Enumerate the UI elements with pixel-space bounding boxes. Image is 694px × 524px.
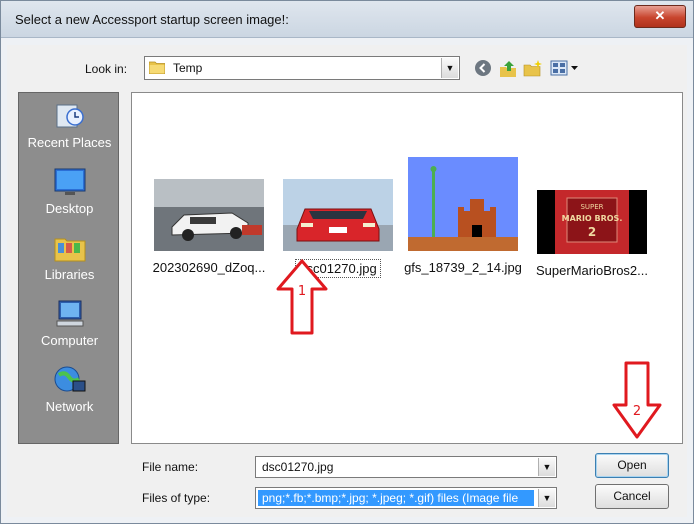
cancel-button[interactable]: Cancel xyxy=(595,484,669,509)
file-item[interactable]: SUPER MARIO BROS. 2 SuperMarioBros2... xyxy=(530,190,654,280)
folder-icon xyxy=(149,61,165,74)
dialog-body: Look in: Temp ▼ Recent Places Desktop Li… xyxy=(7,45,687,517)
files-of-type-label: Files of type: xyxy=(142,491,211,505)
look-in-value: Temp xyxy=(173,61,203,75)
file-item[interactable]: 202302690_dZoq... xyxy=(147,179,271,277)
file-name: SuperMarioBros2... xyxy=(536,263,648,278)
file-thumbnail xyxy=(154,179,264,251)
files-of-type-value: png;*.fb;*.bmp;*.jpg; *.jpeg; *.gif) fil… xyxy=(258,490,534,506)
open-button[interactable]: Open xyxy=(595,453,669,478)
file-name-label: File name: xyxy=(142,460,199,474)
network-icon xyxy=(54,366,85,392)
thumb-text-2: 2 xyxy=(588,225,596,239)
close-button[interactable]: ✕ xyxy=(634,5,686,28)
view-menu-icon[interactable] xyxy=(548,59,582,79)
up-folder-icon[interactable] xyxy=(498,59,518,79)
thumb-text-mario: MARIO BROS. xyxy=(562,214,623,223)
libraries-icon xyxy=(54,238,85,262)
back-icon[interactable] xyxy=(473,59,493,79)
desktop-icon xyxy=(54,168,85,195)
files-of-type-dropdown[interactable]: png;*.fb;*.bmp;*.jpg; *.jpeg; *.gif) fil… xyxy=(255,487,557,509)
file-open-dialog: Select a new Accessport startup screen i… xyxy=(0,0,694,524)
thumb-text-super: SUPER xyxy=(580,203,603,211)
place-recent-places[interactable]: Recent Places xyxy=(19,101,120,150)
chevron-down-icon[interactable]: ▼ xyxy=(538,489,555,507)
place-libraries[interactable]: Libraries xyxy=(19,233,120,282)
file-list-view: 202302690_dZoq... dsc01270.jpg gfs_18739… xyxy=(131,92,683,444)
place-label: Libraries xyxy=(44,267,95,282)
place-network[interactable]: Network xyxy=(19,365,120,414)
computer-icon xyxy=(56,300,83,327)
title-bar: Select a new Accessport startup screen i… xyxy=(1,1,693,38)
close-icon: ✕ xyxy=(654,8,666,23)
annotation-number: 2 xyxy=(633,404,641,419)
file-name-combo[interactable]: dsc01270.jpg ▼ xyxy=(255,456,557,478)
annotation-number: 1 xyxy=(298,284,306,299)
file-item[interactable]: gfs_18739_2_14.jpg xyxy=(401,157,525,277)
place-desktop[interactable]: Desktop xyxy=(19,167,120,216)
places-bar: Recent Places Desktop Libraries Computer… xyxy=(18,92,119,444)
dialog-title: Select a new Accessport startup screen i… xyxy=(15,12,289,27)
look-in-label: Look in: xyxy=(85,62,128,76)
file-name-input[interactable]: dsc01270.jpg xyxy=(262,460,333,474)
place-label: Computer xyxy=(40,333,99,348)
file-thumbnail xyxy=(408,157,518,251)
new-folder-icon[interactable] xyxy=(523,59,543,79)
chevron-down-icon[interactable]: ▼ xyxy=(441,58,458,78)
chevron-down-icon[interactable]: ▼ xyxy=(538,458,555,476)
recent-places-icon xyxy=(56,104,84,128)
file-name: 202302690_dZoq... xyxy=(152,260,266,275)
file-thumbnail: SUPER MARIO BROS. 2 xyxy=(537,190,647,254)
file-thumbnail xyxy=(283,179,393,251)
annotation-arrow-up: 1 xyxy=(276,259,328,335)
place-label: Desktop xyxy=(45,201,94,216)
annotation-arrow-down: 2 xyxy=(612,361,662,439)
place-label: Network xyxy=(45,399,94,414)
place-label: Recent Places xyxy=(27,135,112,150)
place-computer[interactable]: Computer xyxy=(19,299,120,348)
file-name: gfs_18739_2_14.jpg xyxy=(404,260,522,275)
look-in-dropdown[interactable]: Temp ▼ xyxy=(144,56,460,80)
